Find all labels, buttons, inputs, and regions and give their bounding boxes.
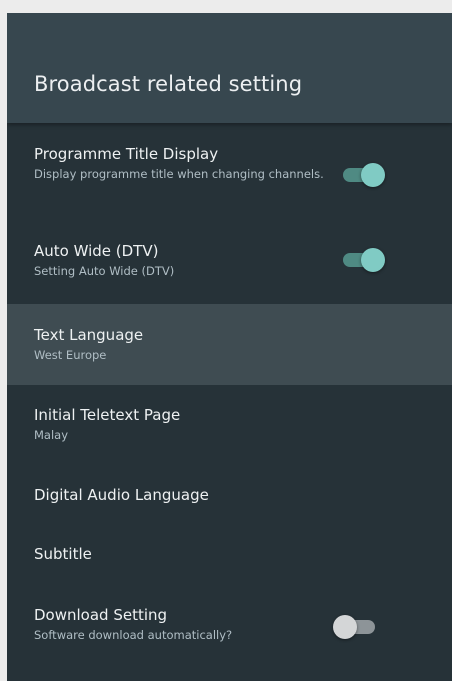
screen: Broadcast related setting Programme Titl… [0,0,452,681]
setting-value: Malay [34,428,69,442]
setting-value: West Europe [34,348,107,362]
setting-title: Digital Audio Language [34,486,209,504]
setting-auto-wide[interactable]: Auto Wide (DTV) Setting Auto Wide (DTV) [7,221,452,304]
auto-wide-toggle[interactable] [343,248,385,272]
setting-download[interactable]: Download Setting Software download autom… [7,587,452,667]
setting-title: Text Language [34,326,144,344]
setting-title: Subtitle [34,545,92,563]
download-setting-toggle[interactable] [333,615,375,639]
setting-title: Programme Title Display [34,145,219,163]
toggle-knob [361,163,385,187]
page-title: Broadcast related setting [34,72,303,96]
setting-subtitle: Software download automatically? [34,628,233,642]
setting-programme-title-display[interactable]: Programme Title Display Display programm… [7,123,452,221]
settings-panel: Broadcast related setting Programme Titl… [7,13,452,681]
toggle-knob [333,615,357,639]
programme-title-toggle[interactable] [343,163,385,187]
setting-subtitle: Setting Auto Wide (DTV) [34,264,175,278]
setting-title: Download Setting [34,606,168,624]
panel-header: Broadcast related setting [7,13,452,123]
setting-title: Auto Wide (DTV) [34,242,159,260]
setting-subtitle[interactable]: Subtitle [7,526,452,587]
setting-text-language[interactable]: Text Language West Europe [7,304,452,385]
setting-digital-audio-language[interactable]: Digital Audio Language [7,466,452,526]
setting-initial-teletext-page[interactable]: Initial Teletext Page Malay [7,385,452,466]
settings-list: Programme Title Display Display programm… [7,123,452,667]
toggle-knob [361,248,385,272]
setting-title: Initial Teletext Page [34,406,181,424]
setting-subtitle: Display programme title when changing ch… [34,167,324,181]
